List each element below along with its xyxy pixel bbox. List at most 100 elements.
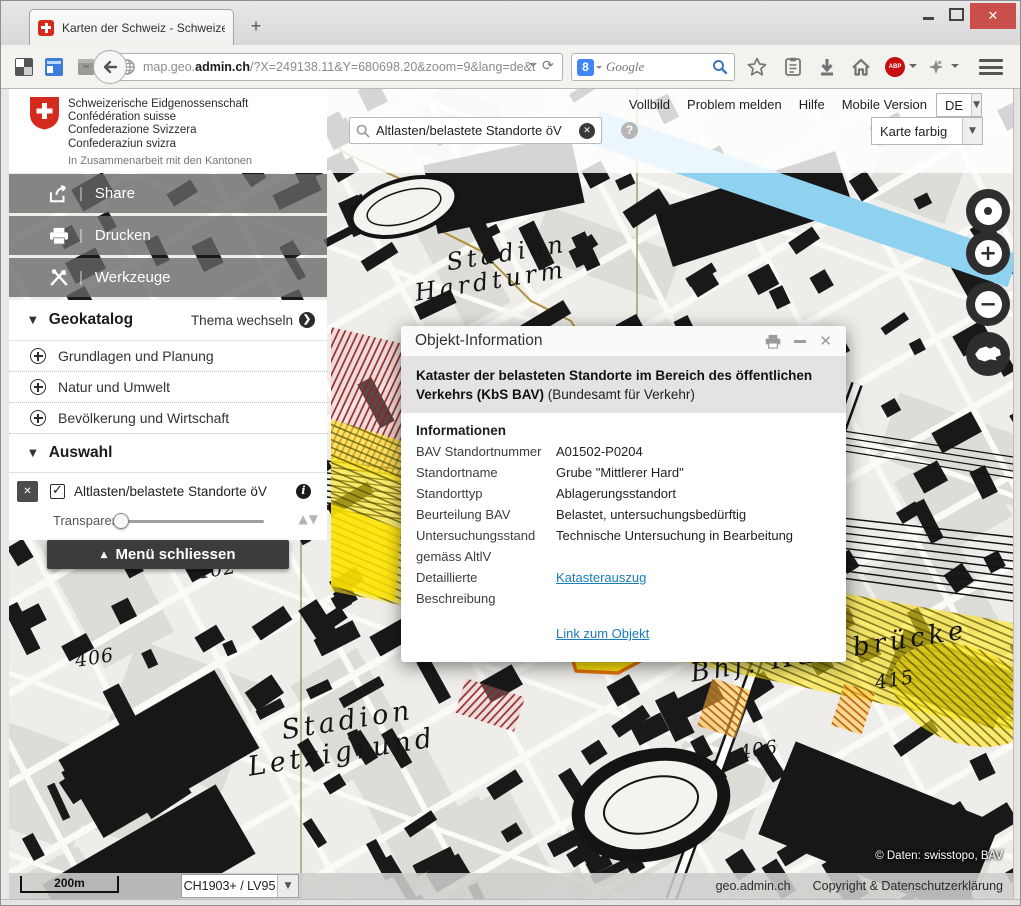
- language-select[interactable]: DE ▼: [936, 93, 982, 117]
- popup-header[interactable]: Objekt-Information ✕: [401, 326, 846, 357]
- swiss-flag-favicon-icon: [38, 20, 54, 36]
- home-icon[interactable]: [851, 57, 871, 77]
- toolbar-overflow-icon[interactable]: [951, 64, 959, 72]
- browser-tab[interactable]: Karten der Schweiz - Schweize...: [29, 9, 234, 45]
- adblock-dropdown-icon[interactable]: [909, 64, 917, 72]
- url-path: /?X=249138.11&Y=680698.20&zoom=9&lang=de…: [250, 60, 535, 74]
- menu-hamburger-icon[interactable]: [979, 59, 1003, 75]
- navigation-toolbar: map.geo.admin.ch/?X=249138.11&Y=680698.2…: [1, 45, 1020, 89]
- map-style-select[interactable]: Karte farbig ▼: [871, 117, 983, 145]
- layer-checkbox[interactable]: ✓: [50, 484, 65, 499]
- change-theme-label: Thema wechseln: [191, 313, 293, 328]
- caret-down-icon: ▼: [29, 448, 37, 459]
- header-links: Vollbild Problem melden Hilfe Mobile Ver…: [569, 97, 927, 112]
- tools-label: Werkzeuge: [95, 269, 171, 286]
- titlebar[interactable]: Karten der Schweiz - Schweize... + ✕: [1, 1, 1020, 45]
- geocatalog-panel: ▼ Geokatalog Thema wechseln ❯ Grundlagen…: [9, 300, 327, 540]
- close-popup-icon[interactable]: ✕: [819, 332, 832, 350]
- popup-layer-title-normal: (Bundesamt für Verkehr): [544, 387, 695, 402]
- geocatalog-header[interactable]: ▼ Geokatalog Thema wechseln ❯: [9, 300, 327, 341]
- geocatalog-title: Geokatalog: [49, 311, 133, 329]
- katasterauszug-link[interactable]: Katasterauszug: [556, 567, 831, 609]
- close-menu-label: Menü schliessen: [115, 546, 235, 563]
- google-favicon-icon[interactable]: 8: [577, 59, 594, 76]
- category-label: Grundlagen und Planung: [58, 348, 214, 364]
- reload-icon[interactable]: ⟳: [542, 58, 554, 74]
- plugin-icon[interactable]: [927, 57, 945, 77]
- popup-body: Informationen BAV StandortnummerA01502-P…: [401, 413, 846, 662]
- plus-icon[interactable]: [30, 410, 46, 426]
- popup-title: Objekt-Information: [415, 332, 543, 350]
- close-button[interactable]: ✕: [970, 3, 1016, 29]
- minimize-button[interactable]: [914, 3, 942, 25]
- copyright-link[interactable]: Copyright & Datenschutzerklärung: [813, 879, 1003, 893]
- url-bar[interactable]: map.geo.admin.ch/?X=249138.11&Y=680698.2…: [110, 53, 563, 81]
- projection-value: CH1903+ / LV95: [182, 875, 277, 897]
- browser-search-input[interactable]: [604, 55, 704, 79]
- map-search-value[interactable]: Altlasten/belastete Standorte öV: [376, 123, 579, 138]
- addon-screenshot-icon[interactable]: [15, 58, 33, 76]
- link-vollbild[interactable]: Vollbild: [629, 97, 670, 112]
- browser-search-bar[interactable]: 8: [571, 53, 735, 81]
- sidebar-item-share[interactable]: | Share: [9, 174, 327, 213]
- target-icon: [981, 204, 995, 218]
- remove-layer-button[interactable]: ✕: [17, 481, 38, 502]
- logo-subline: In Zusammenarbeit mit den Kantonen: [68, 155, 252, 168]
- link-problem-melden[interactable]: Problem melden: [687, 97, 782, 112]
- layer-info-icon[interactable]: i: [296, 484, 311, 499]
- tools-icon: [49, 269, 69, 287]
- addon-window-icon[interactable]: [45, 58, 63, 76]
- logo-text: Schweizerische Eidgenossenschaft Confédé…: [68, 98, 252, 168]
- link-zum-objekt-link[interactable]: Link zum Objekt: [556, 623, 831, 644]
- new-tab-button[interactable]: +: [244, 15, 268, 39]
- switzerland-outline-icon: [973, 343, 1003, 365]
- geolocation-button[interactable]: [966, 189, 1010, 233]
- search-magnifier-icon[interactable]: [712, 59, 728, 75]
- divider: |: [79, 185, 83, 202]
- transparency-slider-track[interactable]: [119, 520, 264, 523]
- transparency-slider-knob[interactable]: [113, 513, 129, 529]
- map-viewport[interactable]: Stadion Hardturm Bhf. Hardbrücke Stadion…: [9, 89, 1013, 900]
- maximize-button[interactable]: [942, 3, 970, 25]
- zoom-out-button[interactable]: −: [966, 282, 1010, 326]
- geoadmin-link[interactable]: geo.admin.ch: [716, 879, 791, 893]
- language-value: DE: [937, 94, 971, 116]
- downloads-icon[interactable]: [817, 57, 837, 77]
- plus-icon[interactable]: [30, 348, 46, 364]
- print-icon[interactable]: [765, 334, 781, 349]
- category-natur[interactable]: Natur und Umwelt: [9, 372, 327, 403]
- bookmark-star-icon[interactable]: [747, 57, 767, 77]
- object-information-popup: Objekt-Information ✕ Kataster der belast…: [401, 326, 846, 662]
- selection-header[interactable]: ▼ Auswahl: [9, 434, 327, 473]
- projection-select[interactable]: CH1903+ / LV95 ▼: [181, 874, 299, 898]
- url-dropdown-icon[interactable]: [529, 63, 537, 71]
- map-search-box[interactable]: Altlasten/belastete Standorte öV ✕: [349, 117, 602, 144]
- adblock-icon[interactable]: ABP: [885, 57, 905, 77]
- sidebar-item-print[interactable]: | Drucken: [9, 216, 327, 255]
- category-bevoelkerung[interactable]: Bevölkerung und Wirtschaft: [9, 403, 327, 434]
- map-attribution[interactable]: © Daten: swisstopo, BAV: [875, 850, 1003, 862]
- plus-icon[interactable]: [30, 379, 46, 395]
- category-grundlagen[interactable]: Grundlagen und Planung: [9, 341, 327, 372]
- back-button[interactable]: [93, 50, 127, 84]
- change-theme-link[interactable]: Thema wechseln ❯: [191, 312, 315, 328]
- window-frame: [1, 899, 1020, 905]
- bookmarks-list-icon[interactable]: [783, 57, 803, 77]
- caret-up-icon: ▲: [101, 550, 108, 560]
- link-mobile-version[interactable]: Mobile Version: [842, 97, 927, 112]
- info-row: Untersuchungsstand gemäss AltlVTechnisch…: [416, 525, 831, 567]
- layer-order-arrows-icon[interactable]: ▲▼: [299, 512, 319, 526]
- close-menu-button[interactable]: ▲ Menü schliessen: [47, 540, 289, 569]
- scale-label: 200m: [54, 876, 85, 890]
- search-help-icon[interactable]: ?: [621, 122, 638, 139]
- link-hilfe[interactable]: Hilfe: [799, 97, 825, 112]
- logo-line: Confederazione Svizzera: [68, 124, 252, 137]
- sidebar-item-tools[interactable]: | Werkzeuge: [9, 258, 327, 297]
- zoom-to-switzerland-button[interactable]: [966, 332, 1010, 376]
- clear-search-icon[interactable]: ✕: [579, 123, 595, 139]
- minimize-popup-icon[interactable]: [794, 340, 806, 343]
- info-row: BAV StandortnummerA01502-P0204: [416, 441, 831, 462]
- search-engine-dropdown-icon[interactable]: [596, 66, 602, 72]
- url-domain: admin.ch: [195, 60, 250, 74]
- zoom-in-button[interactable]: +: [966, 231, 1010, 275]
